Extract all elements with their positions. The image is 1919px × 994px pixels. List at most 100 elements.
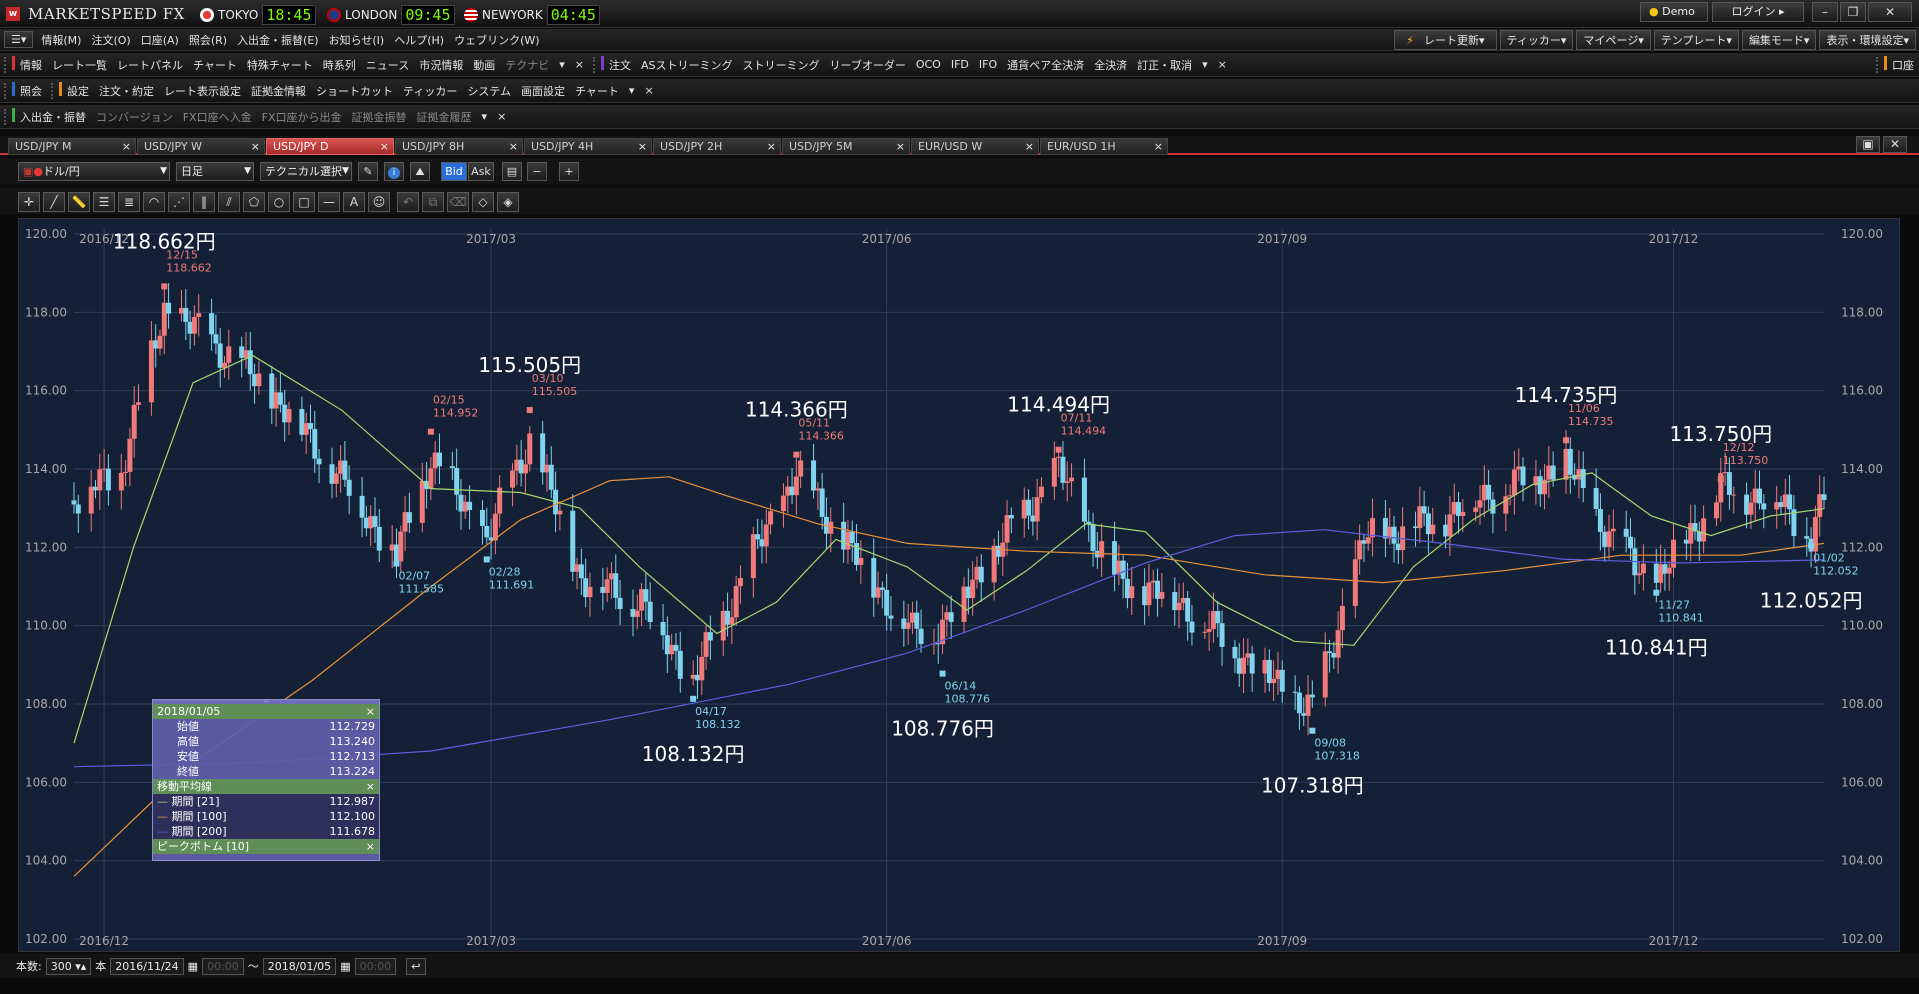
start-date-field[interactable]: 2016/11/24 <box>110 957 184 975</box>
close-icon[interactable]: ✕ <box>1883 136 1907 153</box>
close-icon[interactable]: × <box>366 779 375 794</box>
menu-list-icon[interactable]: ☰▾ <box>4 31 34 48</box>
pair-settle-link[interactable]: 通貨ペア全決済 <box>1002 57 1089 73</box>
close-icon[interactable]: × <box>638 139 647 154</box>
menu-weblink[interactable]: ウェブリンク(W) <box>449 32 544 48</box>
margin-history-link[interactable]: 証拠金履歴 <box>412 109 477 125</box>
ifd-link[interactable]: IFD <box>946 58 974 71</box>
fx-withdraw-link[interactable]: FX口座から出金 <box>257 109 347 125</box>
expand-icon[interactable]: ▾ <box>477 110 493 123</box>
close-icon[interactable]: × <box>1154 139 1163 154</box>
streaming-link[interactable]: ストリーミング <box>738 57 825 73</box>
stamp-icon[interactable]: ☺ <box>368 192 390 212</box>
menu-order[interactable]: 注文(O) <box>86 32 135 48</box>
video-link[interactable]: 動画 <box>468 57 500 73</box>
ohlc-info-panel[interactable]: ⋯ 2018/01/05 × 始値 112.729 高値 113.240 安値 112.… <box>152 699 380 861</box>
delete-icon[interactable]: ⌫ <box>447 192 469 212</box>
tab-usdjpy-w[interactable]: USD/JPY W × <box>137 138 265 155</box>
close-icon[interactable]: ✕ <box>1868 2 1912 22</box>
rectangle-icon[interactable]: □ <box>293 192 315 212</box>
expand-icon[interactable]: ▾ <box>554 58 570 71</box>
tab-eurusd-1h[interactable]: EUR/USD 1H × <box>1040 138 1168 155</box>
copy-icon[interactable]: ⧉ <box>422 192 444 212</box>
rate-panel-link[interactable]: レートパネル <box>112 57 188 73</box>
close-icon[interactable]: × <box>251 139 260 154</box>
leave-order-link[interactable]: リーブオーダー <box>825 57 911 73</box>
bid-button[interactable]: Bid <box>441 162 467 181</box>
close-icon[interactable]: × <box>366 704 375 719</box>
fan-icon[interactable]: ⋰ <box>168 192 190 212</box>
deposit-label[interactable]: 入出金・振替 <box>20 109 91 125</box>
close-icon[interactable]: × <box>639 84 658 97</box>
trendline-icon[interactable]: ╱ <box>43 192 65 212</box>
polygon-icon[interactable]: ⬠ <box>243 192 265 212</box>
edit-mode-button[interactable]: 編集モード▾ <box>1741 29 1817 50</box>
fibonacci-icon[interactable]: ≣ <box>118 192 140 212</box>
menu-info[interactable]: 情報(M) <box>36 32 86 48</box>
inquiry-label[interactable]: 照会 <box>20 83 47 99</box>
ask-button[interactable]: Ask <box>468 162 494 181</box>
close-icon[interactable]: × <box>492 110 511 123</box>
menu-deposit[interactable]: 入出金・振替(E) <box>232 32 324 48</box>
system-link[interactable]: システム <box>462 83 516 99</box>
tab-usdjpy-m[interactable]: USD/JPY M × <box>8 138 136 155</box>
chart-link[interactable]: チャート <box>188 57 242 73</box>
reset-icon[interactable]: ↩ <box>406 957 426 975</box>
margin-transfer-link[interactable]: 証拠金振替 <box>347 109 412 125</box>
circle-icon[interactable]: ○ <box>268 192 290 212</box>
tab-usdjpy-d[interactable]: USD/JPY D × <box>266 138 394 155</box>
ticker-button[interactable]: ティッカー▾ <box>1499 29 1574 50</box>
arc-icon[interactable]: ◠ <box>143 192 165 212</box>
currency-pair-select[interactable]: ▣●ドル/円 ▼ <box>18 162 170 181</box>
fx-deposit-link[interactable]: FX口座へ入金 <box>178 109 257 125</box>
close-icon[interactable]: × <box>1213 58 1232 71</box>
special-chart-link[interactable]: 特殊チャート <box>242 57 318 73</box>
close-icon[interactable]: × <box>767 139 776 154</box>
rate-list-link[interactable]: レート一覧 <box>47 57 112 73</box>
tab-usdjpy-8h[interactable]: USD/JPY 8H × <box>395 138 523 155</box>
hline-icon[interactable]: — <box>318 192 340 212</box>
info-icon[interactable]: i <box>384 162 404 181</box>
account-label[interactable]: 口座 <box>1892 57 1919 73</box>
close-icon[interactable]: × <box>509 139 518 154</box>
count-field[interactable]: 300 ▾▴ <box>45 957 92 975</box>
end-time-field[interactable]: 00:00 <box>354 957 397 975</box>
ruler-icon[interactable]: 📏 <box>68 192 90 212</box>
modify-cancel-link[interactable]: 訂正・取消 <box>1132 57 1197 73</box>
shortcut-link[interactable]: ショートカット <box>311 83 398 99</box>
timeseries-link[interactable]: 時系列 <box>318 57 361 73</box>
margin-info-link[interactable]: 証拠金情報 <box>246 83 311 99</box>
restore-icon[interactable]: ❐ <box>1840 2 1866 22</box>
rate-update-button[interactable]: ⚡ レート更新▾ <box>1394 29 1497 50</box>
template-button[interactable]: テンプレート▾ <box>1653 29 1739 50</box>
undo-icon[interactable]: ↶ <box>397 192 419 212</box>
indicator-icon[interactable]: ▤ <box>502 162 522 181</box>
erase-all-icon[interactable]: ◈ <box>497 192 519 212</box>
minimize-icon[interactable]: – <box>1812 2 1838 22</box>
vertical-lines-icon[interactable]: ‖ <box>193 192 215 212</box>
ticker-link[interactable]: ティッカー <box>398 83 462 99</box>
market-info-link[interactable]: 市況情報 <box>414 57 468 73</box>
tab-usdjpy-2h[interactable]: USD/JPY 2H × <box>653 138 781 155</box>
close-icon[interactable]: × <box>366 839 375 854</box>
mypage-button[interactable]: マイページ▾ <box>1576 29 1651 50</box>
zoom-in-icon[interactable]: + <box>559 162 579 181</box>
demo-button[interactable]: ● Demo <box>1640 2 1708 22</box>
zoom-out-icon[interactable]: − <box>527 162 547 181</box>
text-icon[interactable]: A <box>343 192 365 212</box>
menu-inquiry[interactable]: 照会(R) <box>184 32 232 48</box>
chart-type-icon[interactable]: ⛰ <box>410 162 430 181</box>
menu-help[interactable]: ヘルプ(H) <box>389 32 449 48</box>
close-icon[interactable]: × <box>896 139 905 154</box>
oco-link[interactable]: OCO <box>911 58 946 71</box>
rate-display-settings-link[interactable]: レート表示設定 <box>159 83 246 99</box>
close-icon[interactable]: × <box>122 139 131 154</box>
tab-usdjpy-4h[interactable]: USD/JPY 4H × <box>524 138 652 155</box>
expand-icon[interactable]: ▾ <box>624 84 640 97</box>
tab-eurusd-w[interactable]: EUR/USD W × <box>911 138 1039 155</box>
calendar-icon[interactable]: ▦ <box>188 960 198 973</box>
expand-icon[interactable]: ▾ <box>1197 58 1213 71</box>
end-date-field[interactable]: 2018/01/05 <box>262 957 337 975</box>
crosshair-icon[interactable]: ✛ <box>18 192 40 212</box>
ifo-link[interactable]: IFO <box>974 58 1002 71</box>
